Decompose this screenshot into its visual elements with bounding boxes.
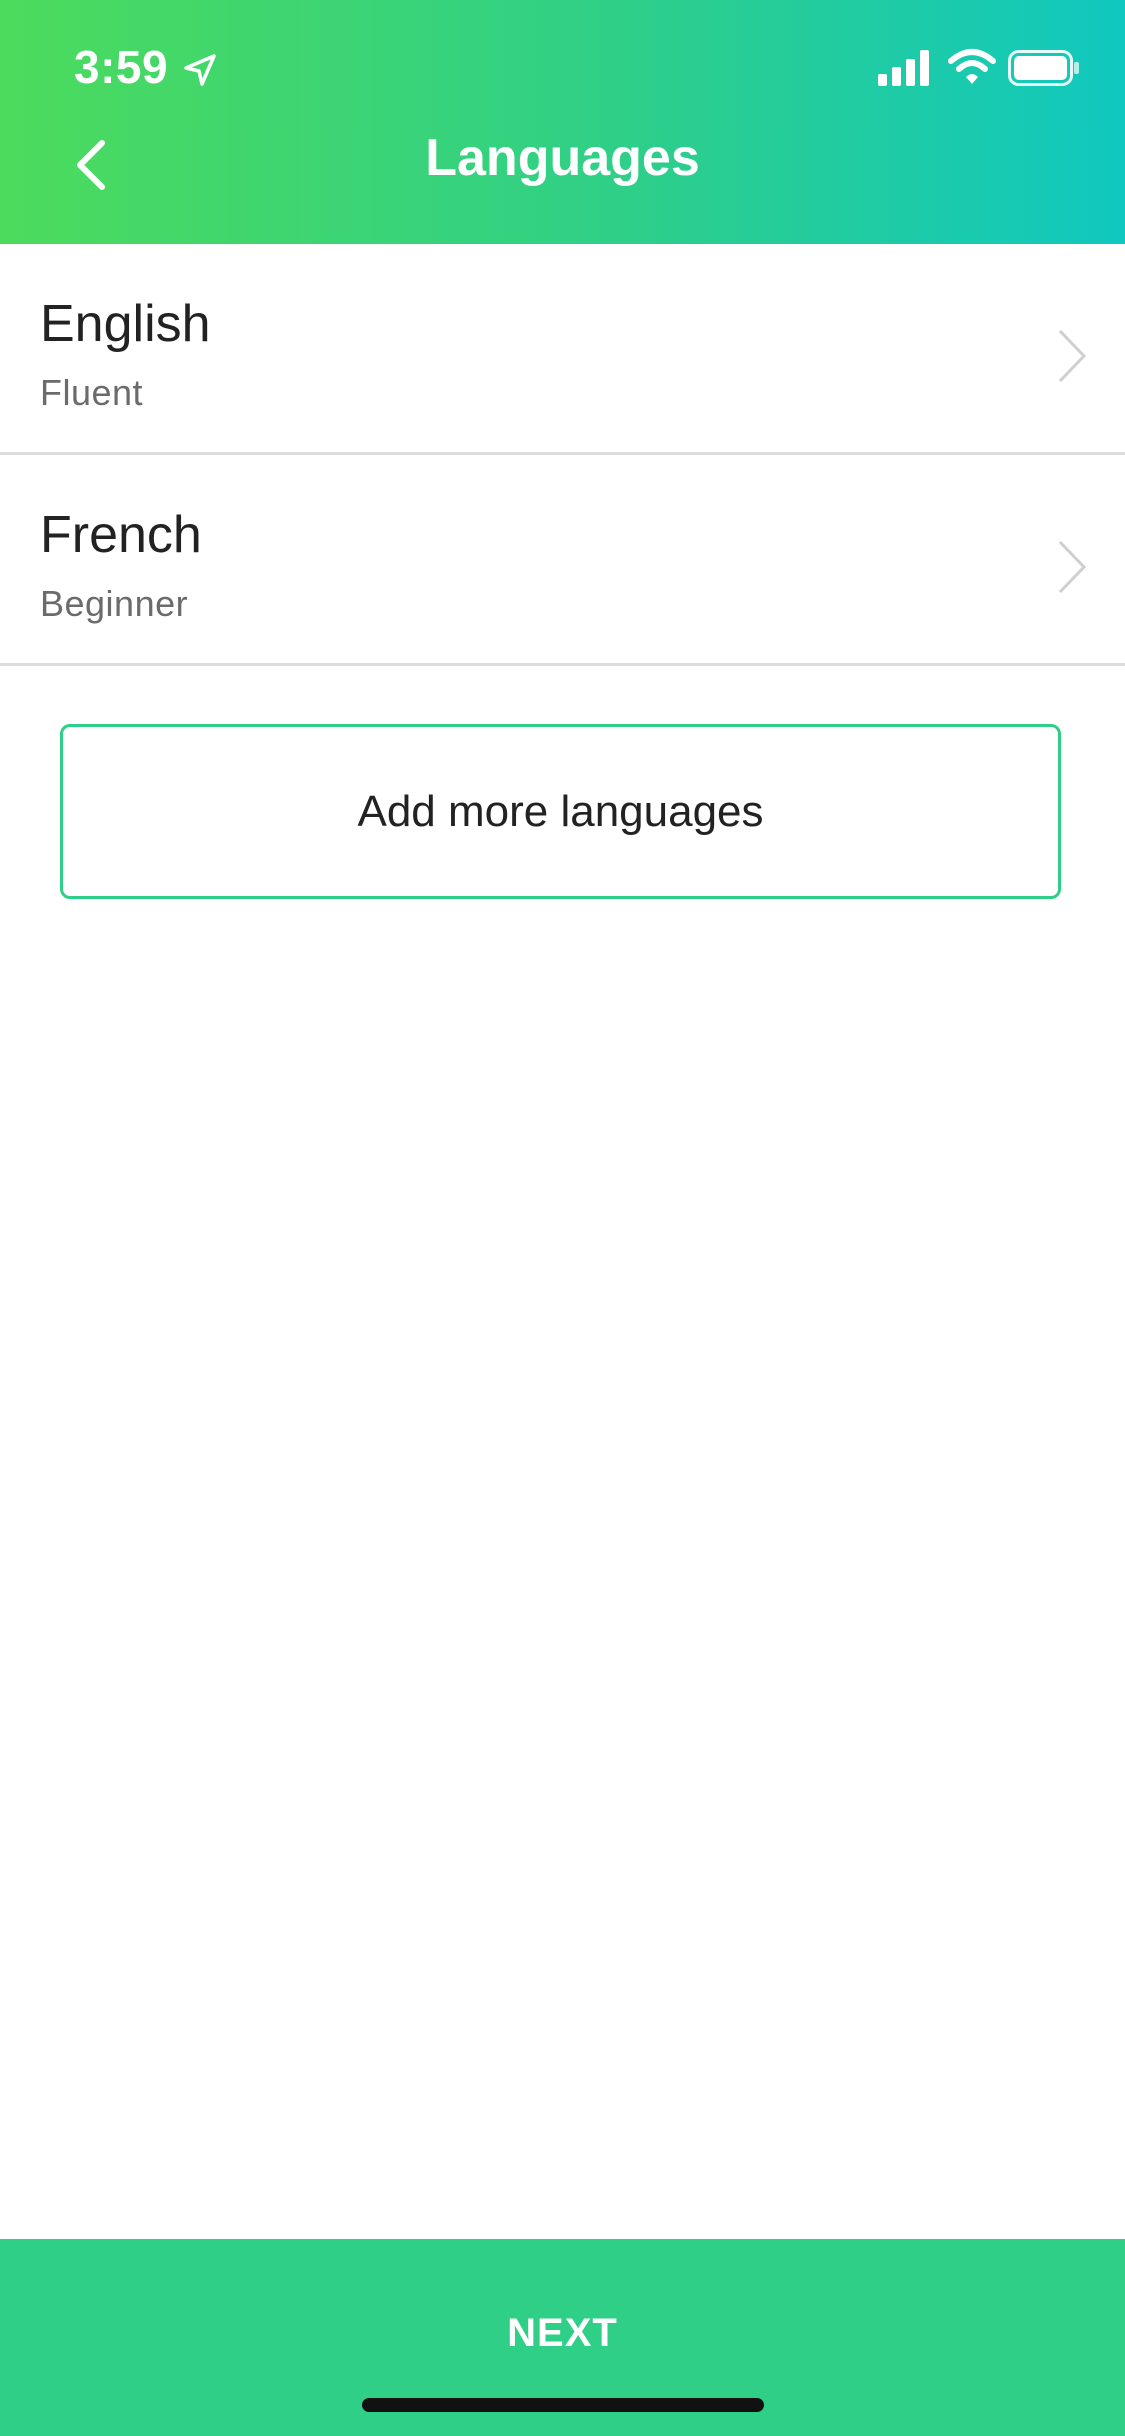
language-name: French <box>40 506 202 564</box>
chevron-right-icon <box>1058 540 1087 594</box>
add-more-languages-button[interactable]: Add more languages <box>60 724 1061 899</box>
language-level: Fluent <box>40 372 144 413</box>
status-bar: 3:59 <box>0 0 1125 132</box>
language-item-english[interactable]: English Fluent <box>0 244 1125 455</box>
language-name: English <box>40 295 211 353</box>
location-arrow-icon <box>184 54 216 86</box>
chevron-right-icon <box>1058 329 1087 383</box>
next-button[interactable]: NEXT <box>0 2239 1125 2436</box>
header: 3:59 Languages <box>0 0 1125 244</box>
status-time: 3:59 <box>74 41 169 93</box>
cellular-signal-icon <box>878 50 929 86</box>
page-title: Languages <box>425 129 700 187</box>
language-level: Beginner <box>40 583 189 624</box>
wifi-icon <box>948 49 996 84</box>
home-indicator <box>362 2398 764 2412</box>
next-label: NEXT <box>507 2311 618 2355</box>
battery-icon <box>1008 50 1079 86</box>
language-list: English Fluent French Beginner <box>0 244 1125 666</box>
language-item-french[interactable]: French Beginner <box>0 455 1125 666</box>
